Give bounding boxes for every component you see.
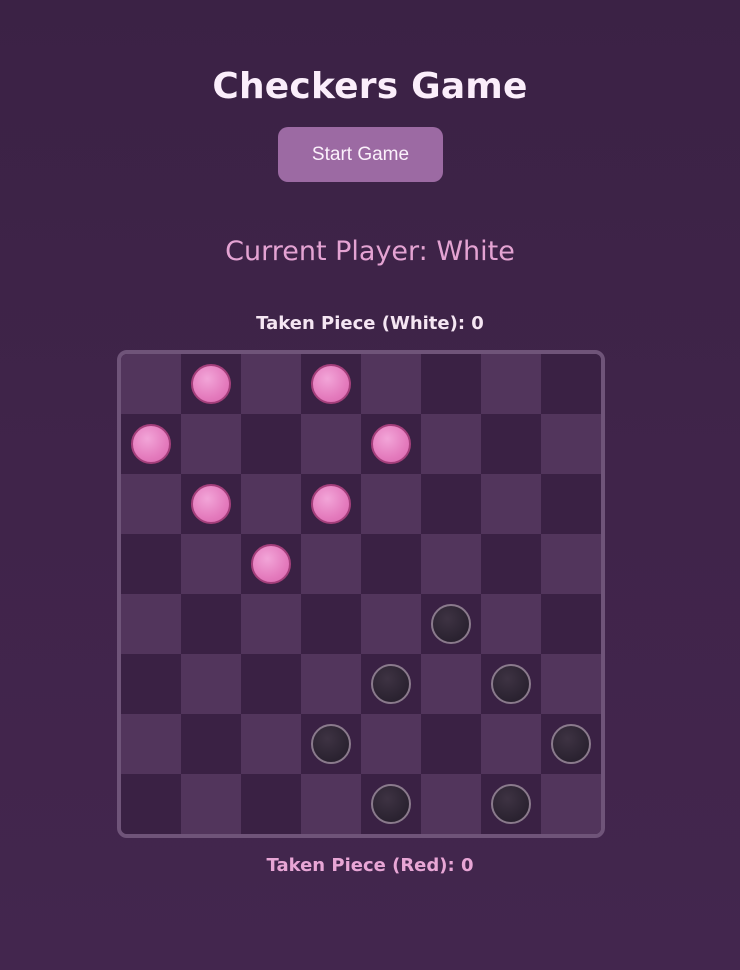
dark-checker-piece[interactable] bbox=[551, 724, 591, 764]
pink-checker-piece[interactable] bbox=[191, 484, 231, 524]
board-square-r2-c5[interactable] bbox=[421, 474, 481, 534]
current-player-label: Current Player: White bbox=[225, 236, 515, 267]
board-square-r6-c2[interactable] bbox=[241, 714, 301, 774]
board-square-r2-c3[interactable] bbox=[301, 474, 361, 534]
board-square-r7-c1[interactable] bbox=[181, 774, 241, 834]
board-square-r7-c4[interactable] bbox=[361, 774, 421, 834]
board-square-r5-c3[interactable] bbox=[301, 654, 361, 714]
taken-red-counter: Taken Piece (Red): 0 bbox=[266, 855, 474, 876]
board-square-r5-c7[interactable] bbox=[541, 654, 601, 714]
dark-checker-piece[interactable] bbox=[371, 664, 411, 704]
pink-checker-piece[interactable] bbox=[191, 364, 231, 404]
board-square-r4-c3[interactable] bbox=[301, 594, 361, 654]
board-square-r1-c3[interactable] bbox=[301, 414, 361, 474]
board-square-r3-c7[interactable] bbox=[541, 534, 601, 594]
board-square-r1-c5[interactable] bbox=[421, 414, 481, 474]
board-square-r0-c2[interactable] bbox=[241, 354, 301, 414]
board-square-r3-c4[interactable] bbox=[361, 534, 421, 594]
board-square-r7-c7[interactable] bbox=[541, 774, 601, 834]
taken-white-counter: Taken Piece (White): 0 bbox=[256, 313, 484, 334]
board-square-r5-c6[interactable] bbox=[481, 654, 541, 714]
board-square-r1-c2[interactable] bbox=[241, 414, 301, 474]
board-square-r3-c0[interactable] bbox=[121, 534, 181, 594]
board-square-r4-c2[interactable] bbox=[241, 594, 301, 654]
board-square-r5-c1[interactable] bbox=[181, 654, 241, 714]
board-square-r0-c0[interactable] bbox=[121, 354, 181, 414]
board-square-r0-c1[interactable] bbox=[181, 354, 241, 414]
board-square-r3-c6[interactable] bbox=[481, 534, 541, 594]
board-square-r4-c1[interactable] bbox=[181, 594, 241, 654]
board-square-r0-c3[interactable] bbox=[301, 354, 361, 414]
board-square-r5-c4[interactable] bbox=[361, 654, 421, 714]
board-square-r2-c4[interactable] bbox=[361, 474, 421, 534]
board-square-r4-c7[interactable] bbox=[541, 594, 601, 654]
board-square-r2-c6[interactable] bbox=[481, 474, 541, 534]
game-title: Checkers Game bbox=[212, 66, 528, 107]
board-square-r1-c1[interactable] bbox=[181, 414, 241, 474]
board-square-r6-c3[interactable] bbox=[301, 714, 361, 774]
board-square-r0-c4[interactable] bbox=[361, 354, 421, 414]
board-square-r1-c7[interactable] bbox=[541, 414, 601, 474]
board-square-r6-c4[interactable] bbox=[361, 714, 421, 774]
board-square-r0-c5[interactable] bbox=[421, 354, 481, 414]
board-square-r1-c0[interactable] bbox=[121, 414, 181, 474]
pink-checker-piece[interactable] bbox=[311, 364, 351, 404]
pink-checker-piece[interactable] bbox=[311, 484, 351, 524]
board-square-r5-c2[interactable] bbox=[241, 654, 301, 714]
board-square-r4-c0[interactable] bbox=[121, 594, 181, 654]
board-square-r2-c1[interactable] bbox=[181, 474, 241, 534]
board-square-r2-c7[interactable] bbox=[541, 474, 601, 534]
board-square-r7-c3[interactable] bbox=[301, 774, 361, 834]
board-square-r6-c1[interactable] bbox=[181, 714, 241, 774]
pink-checker-piece[interactable] bbox=[131, 424, 171, 464]
board-square-r5-c5[interactable] bbox=[421, 654, 481, 714]
dark-checker-piece[interactable] bbox=[491, 784, 531, 824]
checkers-board bbox=[117, 350, 605, 838]
pink-checker-piece[interactable] bbox=[371, 424, 411, 464]
dark-checker-piece[interactable] bbox=[431, 604, 471, 644]
dark-checker-piece[interactable] bbox=[371, 784, 411, 824]
board-grid bbox=[121, 354, 601, 834]
board-square-r5-c0[interactable] bbox=[121, 654, 181, 714]
board-square-r4-c6[interactable] bbox=[481, 594, 541, 654]
board-square-r6-c7[interactable] bbox=[541, 714, 601, 774]
dark-checker-piece[interactable] bbox=[311, 724, 351, 764]
board-square-r0-c6[interactable] bbox=[481, 354, 541, 414]
board-square-r7-c0[interactable] bbox=[121, 774, 181, 834]
board-square-r7-c5[interactable] bbox=[421, 774, 481, 834]
board-square-r3-c1[interactable] bbox=[181, 534, 241, 594]
board-square-r6-c0[interactable] bbox=[121, 714, 181, 774]
dark-checker-piece[interactable] bbox=[491, 664, 531, 704]
board-square-r6-c5[interactable] bbox=[421, 714, 481, 774]
board-square-r4-c5[interactable] bbox=[421, 594, 481, 654]
board-square-r2-c2[interactable] bbox=[241, 474, 301, 534]
board-square-r7-c2[interactable] bbox=[241, 774, 301, 834]
board-square-r3-c2[interactable] bbox=[241, 534, 301, 594]
pink-checker-piece[interactable] bbox=[251, 544, 291, 584]
board-square-r6-c6[interactable] bbox=[481, 714, 541, 774]
board-square-r4-c4[interactable] bbox=[361, 594, 421, 654]
board-square-r1-c4[interactable] bbox=[361, 414, 421, 474]
board-square-r3-c3[interactable] bbox=[301, 534, 361, 594]
board-square-r7-c6[interactable] bbox=[481, 774, 541, 834]
board-square-r0-c7[interactable] bbox=[541, 354, 601, 414]
start-game-button[interactable]: Start Game bbox=[278, 127, 443, 182]
board-square-r2-c0[interactable] bbox=[121, 474, 181, 534]
board-square-r1-c6[interactable] bbox=[481, 414, 541, 474]
board-square-r3-c5[interactable] bbox=[421, 534, 481, 594]
